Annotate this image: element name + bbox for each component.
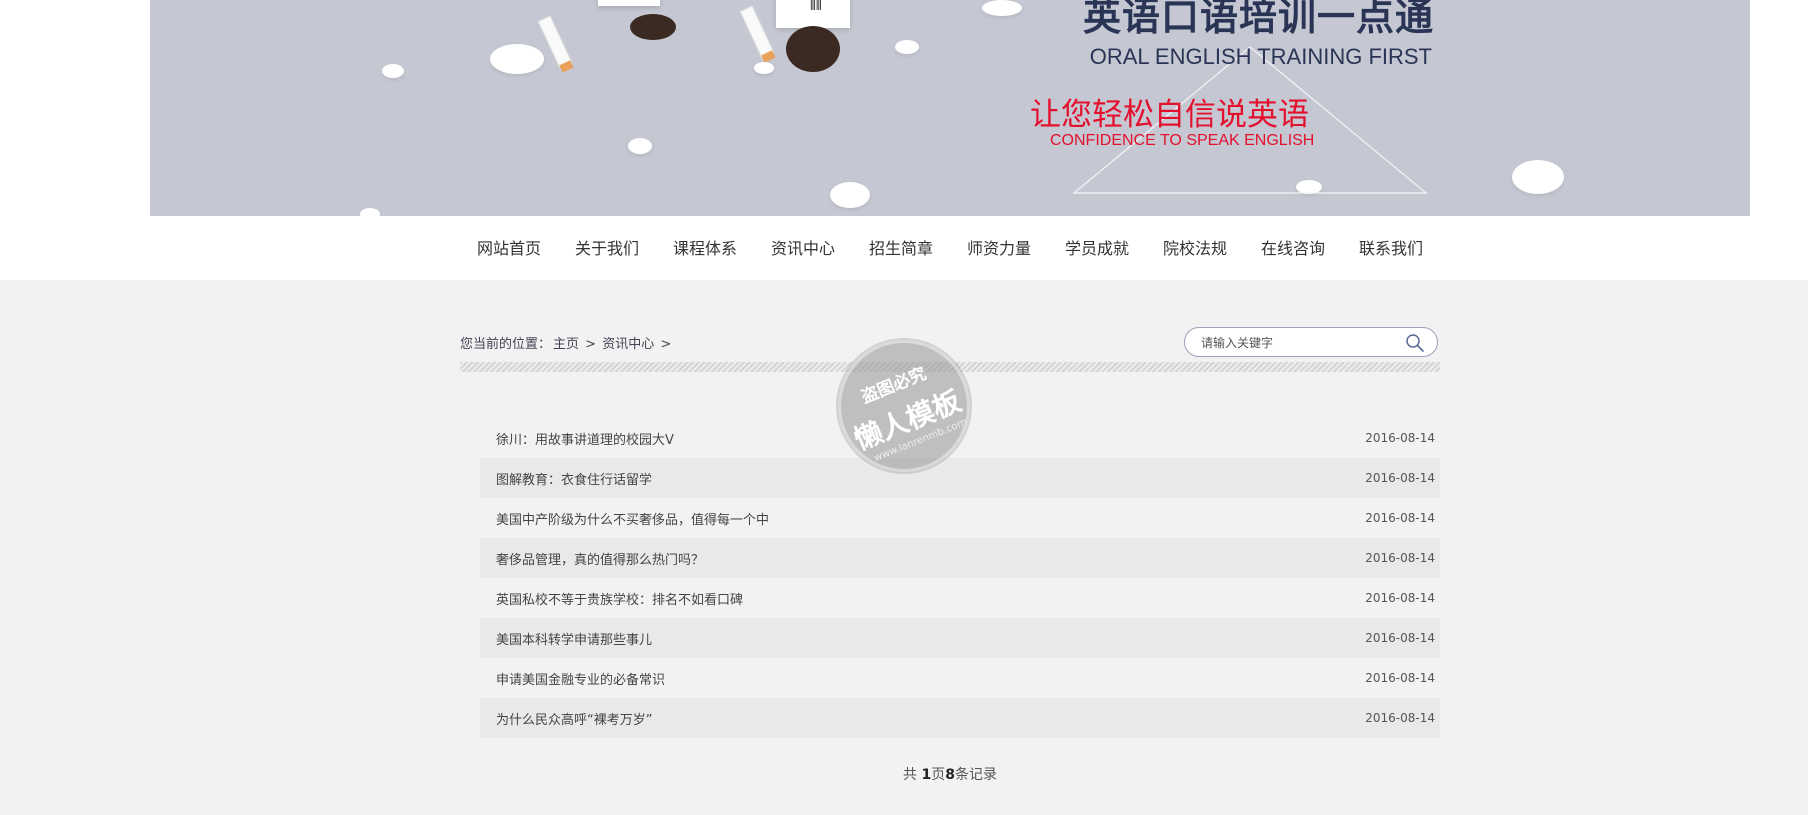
- breadcrumb-separator: >: [660, 337, 672, 352]
- cloud-decoration: [382, 64, 404, 78]
- nav-item-achievements[interactable]: 学员成就: [1048, 216, 1146, 280]
- list-item[interactable]: 美国本科转学申请那些事儿 2016-08-14: [480, 618, 1440, 658]
- article-title[interactable]: 申请美国金融专业的必备常识: [496, 669, 665, 688]
- list-item[interactable]: 图解教育：衣食住行话留学 2016-08-14: [480, 458, 1440, 498]
- nav-item-regulations[interactable]: 院校法规: [1146, 216, 1244, 280]
- banner-subtitle-cn: 让您轻松自信说英语: [1030, 97, 1309, 133]
- nav-item-news[interactable]: 资讯中心: [754, 216, 852, 280]
- main-nav: 网站首页 关于我们 课程体系 资讯中心 招生简章 师资力量 学员成就 院校法规 …: [0, 216, 1808, 280]
- cloud-decoration: [490, 44, 544, 74]
- article-title[interactable]: 图解教育：衣食住行话留学: [496, 469, 652, 488]
- article-date: 2016-08-14: [1365, 631, 1435, 645]
- person-head: [630, 14, 676, 40]
- list-item[interactable]: 英国私校不等于贵族学校：排名不如看口碑 2016-08-14: [480, 578, 1440, 618]
- cloud-decoration: [895, 40, 919, 54]
- nav-item-courses[interactable]: 课程体系: [656, 216, 754, 280]
- article-date: 2016-08-14: [1365, 711, 1435, 725]
- nav-item-admissions[interactable]: 招生简章: [852, 216, 950, 280]
- article-title[interactable]: 美国本科转学申请那些事儿: [496, 629, 652, 648]
- sign-card: [598, 0, 660, 6]
- breadcrumb: 您当前的位置： 主页 > 资讯中心 >: [460, 333, 673, 352]
- pager-record-count: 8: [945, 767, 955, 783]
- cloud-decoration: [360, 208, 380, 216]
- article-title[interactable]: 奢侈品管理，真的值得那么热门吗？: [496, 549, 704, 568]
- article-title[interactable]: 美国中产阶级为什么不买奢侈品，值得每一个中: [496, 509, 769, 528]
- banner-title-en: ORAL ENGLISH TRAINING FIRST: [1089, 44, 1432, 69]
- list-item[interactable]: 为什么民众高呼“裸考万岁” 2016-08-14: [480, 698, 1440, 738]
- article-date: 2016-08-14: [1365, 511, 1435, 525]
- breadcrumb-separator: >: [585, 337, 597, 352]
- pager-page-count: 1: [921, 767, 932, 783]
- list-item[interactable]: 奢侈品管理，真的值得那么热门吗？ 2016-08-14: [480, 538, 1440, 578]
- cloud-decoration: [1512, 160, 1564, 194]
- person-head: [786, 26, 840, 72]
- list-item[interactable]: 美国中产阶级为什么不买奢侈品，值得每一个中 2016-08-14: [480, 498, 1440, 538]
- cloud-decoration: [628, 138, 652, 154]
- watermark-stamp: 盗图必究 懒人模板 www.lanrenmb.com: [838, 340, 970, 472]
- pager-prefix: 共: [903, 767, 922, 783]
- article-date: 2016-08-14: [1365, 551, 1435, 565]
- cloud-decoration: [830, 182, 870, 208]
- article-date: 2016-08-14: [1365, 671, 1435, 685]
- breadcrumb-section-link[interactable]: 资讯中心: [602, 337, 654, 352]
- nav-item-home[interactable]: 网站首页: [460, 216, 558, 280]
- article-list: 徐川：用故事讲道理的校园大V 2016-08-14 图解教育：衣食住行话留学 2…: [480, 418, 1440, 738]
- search-icon[interactable]: [1405, 333, 1425, 353]
- pager-suffix: 条记录: [954, 767, 997, 783]
- article-date: 2016-08-14: [1365, 431, 1435, 445]
- nav-item-teachers[interactable]: 师资力量: [950, 216, 1048, 280]
- nav-item-contact[interactable]: 联系我们: [1342, 216, 1440, 280]
- nav-item-about[interactable]: 关于我们: [558, 216, 656, 280]
- article-title[interactable]: 英国私校不等于贵族学校：排名不如看口碑: [496, 589, 743, 608]
- article-title[interactable]: 徐川：用故事讲道理的校园大V: [496, 429, 674, 448]
- banner-container: ⫴⫴ 英语口语培训一点通 ORAL ENGLISH TRAINING FIRST…: [0, 0, 1808, 216]
- pagination-info: 共 1页8条记录: [0, 764, 1808, 784]
- article-date: 2016-08-14: [1365, 591, 1435, 605]
- search-box: [1184, 327, 1438, 357]
- list-item[interactable]: 申请美国金融专业的必备常识 2016-08-14: [480, 658, 1440, 698]
- banner-subtitle-en: CONFIDENCE TO SPEAK ENGLISH: [1050, 132, 1315, 149]
- banner-title-cn: 英语口语培训一点通: [1082, 0, 1434, 39]
- breadcrumb-home-link[interactable]: 主页: [553, 337, 579, 352]
- breadcrumb-prefix: 您当前的位置：: [460, 337, 552, 352]
- article-date: 2016-08-14: [1365, 471, 1435, 485]
- nav-item-consult[interactable]: 在线咨询: [1244, 216, 1342, 280]
- pager-mid: 页: [931, 767, 946, 783]
- banner-image: ⫴⫴ 英语口语培训一点通 ORAL ENGLISH TRAINING FIRST…: [150, 0, 1750, 216]
- sign-card: ⫴⫴: [776, 0, 850, 28]
- tube-decoration: [739, 5, 776, 63]
- article-title[interactable]: 为什么民众高呼“裸考万岁”: [496, 709, 652, 728]
- cloud-decoration: [754, 62, 774, 74]
- cloud-decoration: [982, 0, 1022, 16]
- search-input[interactable]: [1201, 334, 1391, 352]
